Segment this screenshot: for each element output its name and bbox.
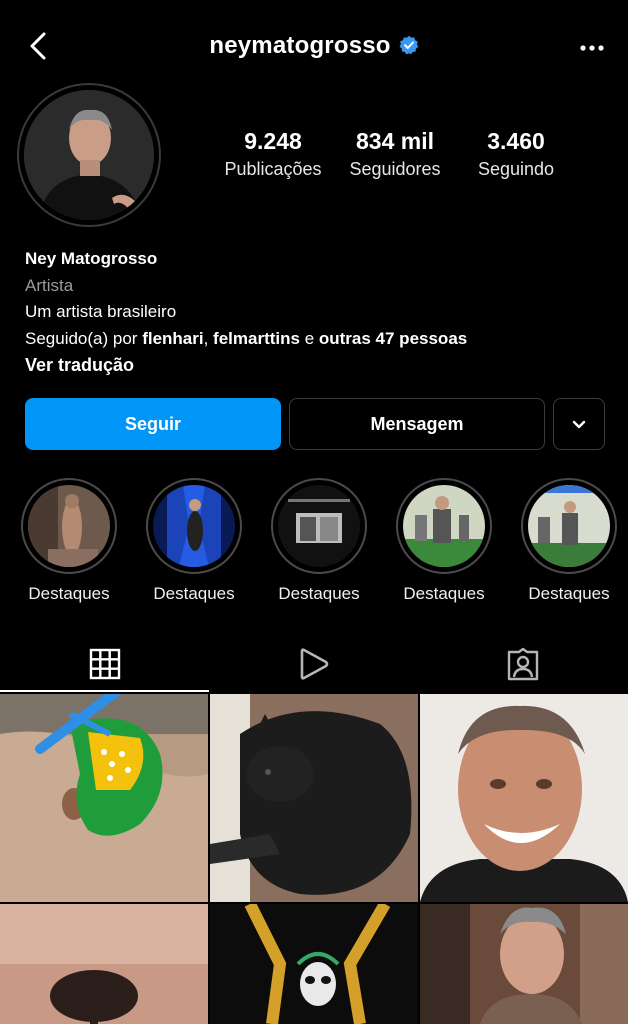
posts-grid <box>0 694 628 1024</box>
tab-grid[interactable] <box>0 638 209 690</box>
tagged-icon <box>507 647 538 681</box>
post-thumbnail[interactable] <box>210 694 418 902</box>
highlight-label: Destaques <box>278 584 360 603</box>
stat-followers[interactable]: 834 mil Seguidores <box>325 128 465 180</box>
followed-by-separator: , <box>203 328 214 348</box>
highlight-ring <box>146 478 242 574</box>
highlight-label: Destaques <box>153 584 235 603</box>
follow-button[interactable]: Seguir <box>25 398 281 450</box>
profile-bio: Ney Matogrosso Artista Um artista brasil… <box>25 246 467 379</box>
followed-by-user[interactable]: felmarttins <box>213 329 300 348</box>
stat-following[interactable]: 3.460 Seguindo <box>446 128 586 180</box>
grid-icon <box>89 648 120 680</box>
highlight-cover <box>528 485 610 567</box>
highlight-cover <box>153 485 235 567</box>
tab-tagged[interactable] <box>418 638 627 690</box>
suggested-dropdown-button[interactable] <box>553 398 605 450</box>
highlight-ring <box>396 478 492 574</box>
followed-by[interactable]: Seguido(a) por flenhari, felmarttins e o… <box>25 326 467 353</box>
verified-badge-icon <box>399 35 418 55</box>
chevron-down-icon <box>572 420 586 429</box>
followed-by-others[interactable]: outras 47 pessoas <box>319 329 467 348</box>
highlight-cover <box>28 485 110 567</box>
stat-posts[interactable]: 9.248 Publicações <box>203 128 343 180</box>
stat-value: 9.248 <box>244 128 302 154</box>
post-thumbnail[interactable] <box>0 694 208 902</box>
highlight-item[interactable]: Destaques <box>20 478 118 604</box>
profile-name: Ney Matogrosso <box>25 249 158 268</box>
profile-username-header: neymatogrosso <box>0 32 628 60</box>
highlight-ring <box>21 478 117 574</box>
message-button[interactable]: Mensagem <box>289 398 545 450</box>
highlight-cover <box>403 485 485 567</box>
highlight-item[interactable]: Destaques <box>270 478 368 604</box>
highlight-item[interactable]: Destaques <box>520 478 618 604</box>
stat-label: Seguindo <box>477 159 555 179</box>
stat-label: Publicações <box>224 159 322 179</box>
profile-avatar[interactable] <box>24 90 154 220</box>
stat-value: 3.460 <box>487 128 545 154</box>
highlight-ring <box>271 478 367 574</box>
post-thumbnail[interactable] <box>210 904 418 1024</box>
stat-label: Seguidores <box>349 159 441 179</box>
highlight-label: Destaques <box>28 584 110 603</box>
followed-by-and: e <box>299 328 319 348</box>
reels-icon <box>300 648 328 680</box>
more-horizontal-icon[interactable] <box>578 36 606 56</box>
active-tab-indicator <box>0 690 209 692</box>
profile-description: Um artista brasileiro <box>25 302 177 321</box>
highlight-cover <box>278 485 360 567</box>
tab-reels[interactable] <box>209 638 418 690</box>
highlight-item[interactable]: Destaques <box>395 478 493 604</box>
post-thumbnail[interactable] <box>0 904 208 1024</box>
highlight-item[interactable]: Destaques <box>145 478 243 604</box>
highlight-ring <box>521 478 617 574</box>
see-translation-link[interactable]: Ver tradução <box>25 352 467 379</box>
highlight-label: Destaques <box>528 584 610 603</box>
stat-value: 834 mil <box>356 128 434 154</box>
followed-by-prefix: Seguido(a) por <box>25 328 143 348</box>
username: neymatogrosso <box>209 32 391 59</box>
profile-tabs <box>0 638 628 690</box>
highlight-label: Destaques <box>403 584 485 603</box>
post-thumbnail[interactable] <box>420 904 628 1024</box>
post-thumbnail[interactable] <box>420 694 628 902</box>
profile-avatar-ring[interactable] <box>17 83 161 227</box>
profile-category: Artista <box>25 275 74 295</box>
followed-by-user[interactable]: flenhari <box>142 329 203 348</box>
